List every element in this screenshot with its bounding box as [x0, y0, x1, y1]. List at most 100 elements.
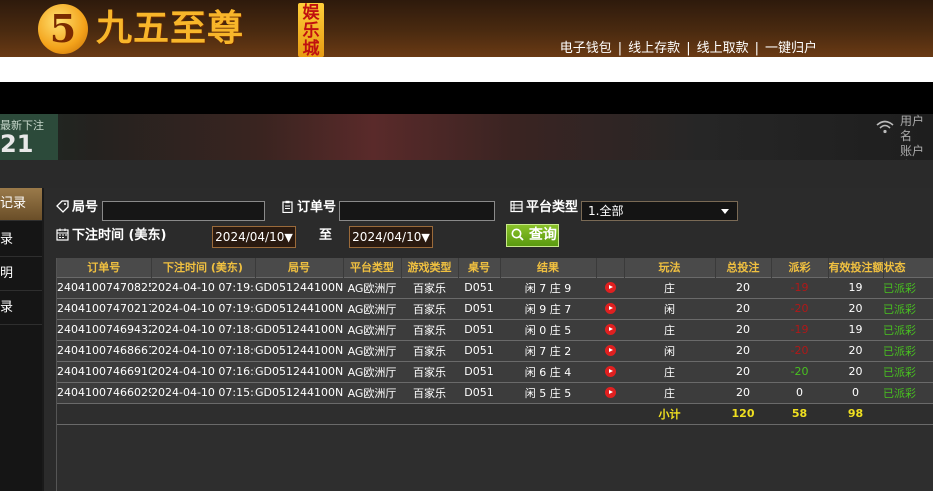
col-header-round: 局号	[255, 258, 344, 277]
col-header-result: 结果	[500, 258, 597, 277]
nav-bar-strip	[0, 57, 933, 82]
bet-records-table: 订单号 下注时间 (美东) 局号 平台类型 游戏类型 桌号 结果 玩法 总投注 …	[57, 258, 933, 445]
replay-icon[interactable]	[596, 339, 624, 361]
bet-time-cell: 2024-04-10 07:16:25	[151, 360, 255, 382]
total-bet-cell: 20	[715, 318, 771, 340]
platform-cell: AG欧洲厅	[343, 360, 401, 382]
order-label: 订单号	[297, 200, 337, 215]
play-video-icon[interactable]	[604, 303, 616, 314]
search-button-label: 查询	[528, 227, 557, 243]
section-gap	[0, 160, 933, 188]
table-row[interactable]: 2404100746866142024-04-10 07:18:03GD0512…	[57, 339, 933, 361]
order-id-cell: 240410074660291	[57, 381, 151, 403]
calendar-icon	[56, 228, 69, 241]
table-row[interactable]: 2404100746691002024-04-10 07:16:25GD0512…	[57, 360, 933, 382]
round-id-cell: GD051244100NP	[255, 381, 343, 403]
status-cell: 已派彩	[883, 339, 933, 361]
play-video-icon[interactable]	[604, 387, 616, 398]
replay-icon[interactable]	[596, 318, 624, 340]
date-to-value: 2024/04/10	[352, 230, 422, 244]
platform-cell: AG欧洲厅	[343, 276, 401, 298]
col-header-time: 下注时间 (美东)	[151, 258, 256, 277]
side-nav-item-bet-records[interactable]: 记录	[0, 188, 46, 221]
play-type-cell: 庄	[624, 381, 715, 403]
replay-icon[interactable]	[596, 297, 624, 319]
platform-cell: AG欧洲厅	[343, 297, 401, 319]
play-video-icon[interactable]	[604, 282, 616, 293]
online-withdraw-link[interactable]: 线上取款	[697, 41, 749, 56]
search-button[interactable]: 查询	[506, 224, 559, 247]
table-no-cell: D051	[458, 276, 500, 298]
replay-icon[interactable]	[596, 381, 624, 403]
subtotal-label: 小计	[624, 402, 715, 424]
table-row[interactable]: 2404100747021792024-04-10 07:19:24GD0512…	[57, 297, 933, 319]
table-body: 2404100747082532024-04-10 07:19:58GD0512…	[57, 276, 933, 445]
play-video-icon[interactable]	[604, 345, 616, 356]
tag-icon	[56, 200, 69, 213]
payout-cell: -20	[771, 360, 828, 382]
side-nav: 记录 录 明 录	[0, 188, 46, 491]
table-row[interactable]: 2404100747082532024-04-10 07:19:58GD0512…	[57, 276, 933, 298]
status-cell: 已派彩	[883, 318, 933, 340]
total-bet-cell: 20	[715, 360, 771, 382]
subtotal-valid-bet: 98	[828, 402, 883, 424]
logo-title[interactable]: 九五至尊	[96, 6, 244, 50]
side-nav-item-3[interactable]: 明	[0, 258, 42, 291]
table-header-row: 订单号 下注时间 (美东) 局号 平台类型 游戏类型 桌号 结果 玩法 总投注 …	[57, 258, 933, 277]
one-click-return-link[interactable]: 一键归户	[765, 41, 817, 56]
table-row[interactable]: 2404100746943252024-04-10 07:18:44GD0512…	[57, 318, 933, 340]
payout-cell: -19	[771, 276, 828, 298]
play-video-icon[interactable]	[604, 324, 616, 335]
col-header-bet: 总投注	[715, 258, 772, 277]
col-header-table: 桌号	[458, 258, 501, 277]
link-separator: |	[686, 41, 691, 56]
result-cell: 闲 9 庄 7	[500, 297, 596, 319]
e-wallet-link[interactable]: 电子钱包	[560, 41, 612, 56]
total-bet-cell: 20	[715, 297, 771, 319]
valid-bet-cell: 20	[828, 360, 883, 382]
play-video-icon[interactable]	[604, 366, 616, 377]
bet-time-cell: 2024-04-10 07:19:24	[151, 297, 255, 319]
round-id-cell: GD051244100NS	[255, 339, 343, 361]
round-input[interactable]	[102, 201, 265, 221]
status-cell: 已派彩	[883, 360, 933, 382]
game-type-cell: 百家乐	[401, 339, 458, 361]
wifi-icon	[876, 119, 894, 138]
status-cell: 已派彩	[883, 381, 933, 403]
dropdown-arrow-icon: ▼	[421, 231, 430, 244]
table-row[interactable]: 2404100746602912024-04-10 07:15:37GD0512…	[57, 381, 933, 403]
platform-cell: AG欧洲厅	[343, 318, 401, 340]
platform-selected-value: 1.全部	[588, 204, 624, 218]
round-id-cell: GD051244100NT	[255, 318, 343, 340]
sum-spacer	[883, 402, 933, 424]
round-id-cell: GD051244100NU	[255, 297, 343, 319]
table-empty-area	[57, 424, 933, 491]
dark-strip	[0, 82, 933, 114]
platform-select[interactable]: 1.全部	[581, 201, 738, 221]
bet-time-cell: 2024-04-10 07:18:03	[151, 339, 255, 361]
game-type-cell: 百家乐	[401, 318, 458, 340]
date-from-picker[interactable]: 2024/04/10▼	[212, 226, 296, 248]
dropdown-arrow-icon: ▼	[284, 231, 293, 244]
order-input[interactable]	[339, 201, 495, 221]
order-id-cell: 240410074702179	[57, 297, 151, 319]
logo-emblem[interactable]: 5	[38, 4, 88, 54]
order-label-group: 订单号	[281, 200, 336, 216]
total-bet-cell: 20	[715, 381, 771, 403]
status-cell: 已派彩	[883, 276, 933, 298]
side-nav-item-4[interactable]: 录	[0, 292, 42, 325]
side-nav-item-2[interactable]: 录	[0, 224, 42, 257]
result-cell: 闲 0 庄 5	[500, 318, 596, 340]
order-id-cell: 240410074694325	[57, 318, 151, 340]
valid-bet-cell: 19	[828, 318, 883, 340]
online-deposit-link[interactable]: 线上存款	[628, 41, 680, 56]
replay-icon[interactable]	[596, 360, 624, 382]
result-cell: 闲 7 庄 9	[500, 276, 596, 298]
subtotal-row: 小计 120 58 98	[57, 402, 933, 424]
top-nav-links: 电子钱包 | 线上存款 | 线上取款 | 一键归户	[560, 37, 817, 56]
replay-icon[interactable]	[596, 276, 624, 298]
bet-time-label: 下注时间 (美东)	[72, 228, 167, 243]
date-to-picker[interactable]: 2024/04/10▼	[349, 226, 433, 248]
latest-bet-count: 21	[0, 130, 34, 158]
col-header-valid-bet: 有效投注额	[828, 258, 884, 277]
